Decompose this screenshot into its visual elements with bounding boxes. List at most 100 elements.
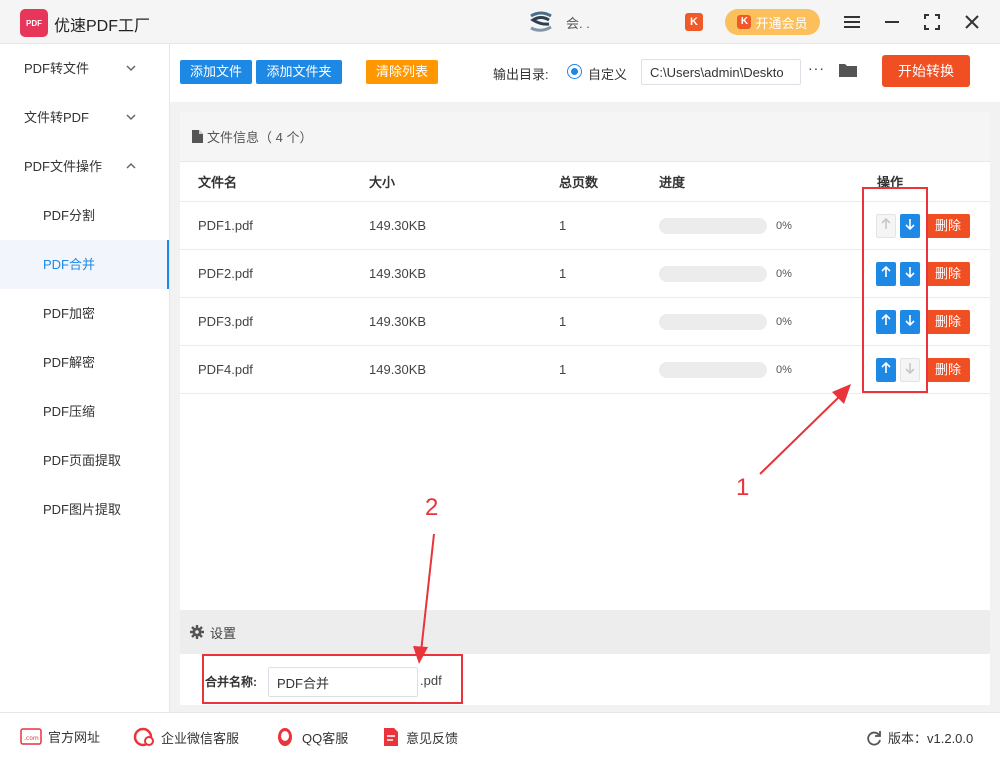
qq-icon (278, 728, 292, 746)
custom-output-radio[interactable] (567, 64, 582, 79)
app-logo: PDF (20, 9, 48, 37)
output-dir-label: 输出目录: (493, 67, 549, 82)
arrow-down-icon (905, 218, 915, 233)
file-ops: 删除 (859, 357, 990, 382)
feedback-label: 意见反馈 (406, 730, 459, 746)
wechat-service-label: 企业微信客服 (161, 730, 240, 746)
output-path-input[interactable] (641, 59, 801, 85)
refresh-icon (867, 730, 881, 745)
vip-button[interactable]: K 开通会员 (725, 9, 820, 35)
arrow-down-icon (905, 314, 915, 329)
file-pages: 1 (559, 218, 567, 233)
file-table-body: PDF1.pdf 149.30KB 1 0% 删除 PDF2.pdf 149.30KB 1 0%… (180, 202, 990, 394)
file-progress: 0% (659, 361, 859, 378)
progress-text: 0% (776, 363, 792, 376)
sidebar-group-label: 文件转PDF (24, 110, 90, 125)
annotation-number-1: 1 (736, 474, 750, 501)
delete-button[interactable]: 删除 (926, 213, 970, 238)
maximize-button[interactable] (920, 10, 944, 34)
move-up-button[interactable] (876, 357, 896, 382)
version-info[interactable]: 版本：v1.2.0.0 (866, 728, 973, 747)
qq-service-link[interactable]: QQ客服 (274, 727, 348, 747)
sidebar-item-pdf-compress[interactable]: PDF压缩 (0, 387, 169, 436)
website-icon: .com (20, 727, 42, 745)
merge-extension: .pdf (420, 673, 442, 688)
file-progress: 0% (659, 313, 859, 330)
sidebar-item-pdf-split[interactable]: PDF分割 (0, 191, 169, 240)
progress-bar (659, 313, 767, 330)
table-row: PDF4.pdf 149.30KB 1 0% 删除 (180, 346, 990, 394)
sidebar-item-pdf-encrypt[interactable]: PDF加密 (0, 289, 169, 338)
version-label: 版本：v1.2.0.0 (888, 731, 974, 746)
file-name: PDF1.pdf (198, 218, 253, 233)
progress-bar (659, 217, 767, 234)
file-size: 149.30KB (369, 266, 427, 281)
file-size: 149.30KB (369, 218, 427, 233)
column-header-pages: 总页数 (559, 175, 599, 190)
sidebar-item-pdf-page-extract[interactable]: PDF页面提取 (0, 436, 169, 485)
vip-badge-icon[interactable]: K (685, 13, 703, 31)
column-header-progress: 进度 (659, 175, 686, 190)
file-ops: 删除 (859, 309, 990, 334)
merge-name-input[interactable] (268, 667, 418, 697)
move-down-button[interactable] (900, 261, 920, 286)
user-name[interactable]: 会. . (566, 13, 590, 32)
progress-bar (659, 361, 767, 378)
wechat-icon (133, 727, 154, 747)
menu-button[interactable] (840, 10, 864, 34)
delete-button[interactable]: 删除 (926, 261, 970, 286)
add-folder-button[interactable]: 添加文件夹 (256, 60, 342, 84)
chevron-up-icon (126, 162, 136, 169)
column-header-size: 大小 (369, 175, 396, 190)
user-avatar[interactable] (527, 11, 555, 33)
table-header: 文件名 大小 总页数 进度 操作 (180, 162, 990, 202)
move-up-button[interactable] (876, 213, 896, 238)
folder-icon[interactable] (838, 62, 858, 78)
progress-bar (659, 265, 767, 282)
minimize-button[interactable] (880, 10, 904, 34)
file-info-panel: 文件信息（ 4 个） 文件名 大小 总页数 进度 操作 PDF1.pdf 149.… (180, 112, 990, 612)
vip-button-label: 开通会员 (755, 15, 808, 31)
sidebar-group-pdf-operations[interactable]: PDF文件操作 (0, 142, 169, 191)
main-content: 文件信息（ 4 个） 文件名 大小 总页数 进度 操作 PDF1.pdf 149.… (170, 102, 1000, 712)
table-row: PDF1.pdf 149.30KB 1 0% 删除 (180, 202, 990, 250)
move-down-button[interactable] (900, 309, 920, 334)
column-header-name: 文件名 (198, 175, 238, 190)
file-pages: 1 (559, 266, 567, 281)
progress-text: 0% (776, 315, 792, 328)
menu-icon (844, 16, 860, 28)
vip-crown-icon: K (737, 15, 752, 29)
more-options-button[interactable]: ··· (808, 60, 825, 76)
move-down-button[interactable] (900, 357, 920, 382)
maximize-icon (924, 14, 940, 30)
file-name: PDF4.pdf (198, 362, 253, 377)
minimize-icon (885, 21, 899, 23)
sidebar-group-pdf-to-file[interactable]: PDF转文件 (0, 44, 169, 93)
move-up-button[interactable] (876, 261, 896, 286)
move-down-button[interactable] (900, 213, 920, 238)
progress-text: 0% (776, 267, 792, 280)
official-website-link[interactable]: .com 官方网址 (20, 727, 100, 746)
sidebar-item-pdf-decrypt[interactable]: PDF解密 (0, 338, 169, 387)
clear-list-button[interactable]: 清除列表 (366, 60, 438, 84)
move-up-button[interactable] (876, 309, 896, 334)
sidebar-item-pdf-merge[interactable]: PDF合并 (0, 240, 169, 289)
wechat-service-link[interactable]: 企业微信客服 (133, 727, 239, 747)
add-file-button[interactable]: 添加文件 (180, 60, 252, 84)
title-bar: PDF 优速PDF工厂 会. . K K 开通会员 (0, 0, 1000, 44)
delete-button[interactable]: 删除 (926, 357, 970, 382)
close-icon (965, 15, 979, 29)
sidebar-group-file-to-pdf[interactable]: 文件转PDF (0, 93, 169, 142)
start-convert-button[interactable]: 开始转换 (882, 55, 970, 87)
annotation-number-2: 2 (425, 494, 439, 521)
delete-button[interactable]: 删除 (926, 309, 970, 334)
feedback-icon (384, 728, 398, 746)
close-button[interactable] (960, 10, 984, 34)
sidebar-item-pdf-image-extract[interactable]: PDF图片提取 (0, 485, 169, 534)
file-size: 149.30KB (369, 362, 427, 377)
column-header-ops: 操作 (877, 175, 904, 190)
custom-output-radio-label[interactable]: 自定义 (588, 64, 627, 83)
settings-panel: 设置 合并名称: .pdf (180, 610, 990, 705)
sidebar-group-label: PDF转文件 (24, 61, 90, 76)
feedback-link[interactable]: 意见反馈 (382, 727, 458, 747)
